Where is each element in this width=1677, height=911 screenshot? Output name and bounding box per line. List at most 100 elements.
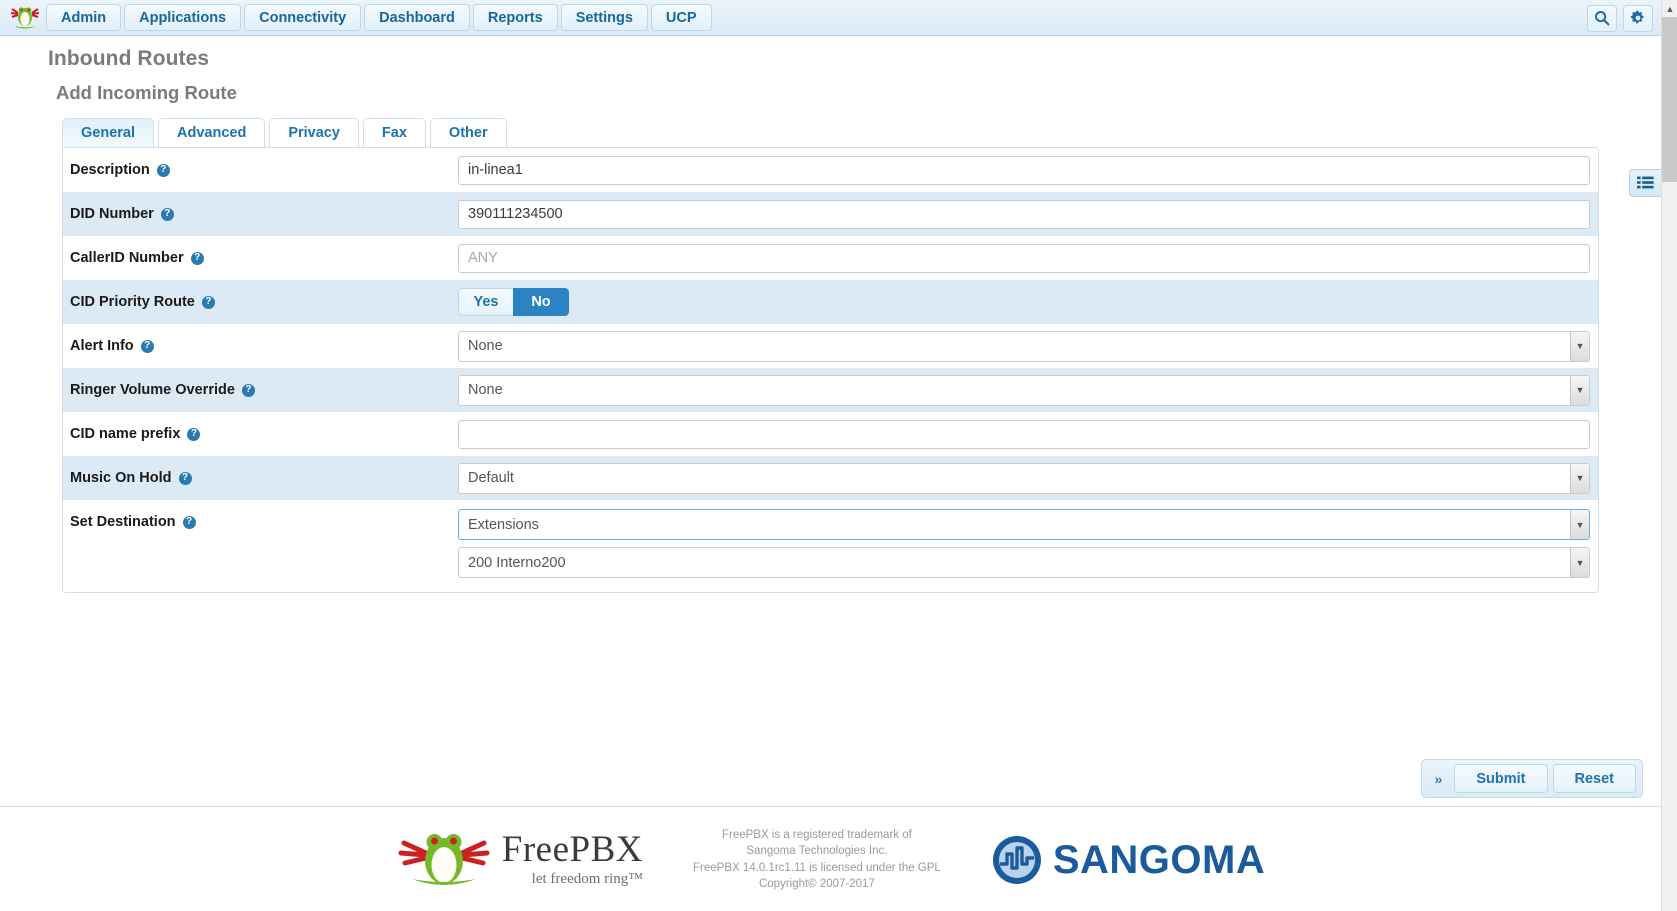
nav-item-dashboard[interactable]: Dashboard xyxy=(364,4,470,31)
label-callerid-number: CallerID Number ? xyxy=(63,250,458,266)
page-footer: FreePBX let freedom ring™ FreePBX is a r… xyxy=(0,827,1661,892)
label-music-on-hold-text: Music On Hold xyxy=(70,470,172,486)
nav-item-connectivity[interactable]: Connectivity xyxy=(244,4,362,31)
label-did-number-text: DID Number xyxy=(70,206,154,222)
inbound-route-form: Description ? DID Number ? CallerID Numb… xyxy=(62,147,1599,593)
label-description-text: Description xyxy=(70,162,150,178)
set-destination-primary-wrap: Extensions ▼ xyxy=(458,509,1590,540)
scroll-up-arrow-icon[interactable]: ▲ xyxy=(1662,0,1677,17)
tab-other[interactable]: Other xyxy=(429,118,507,147)
music-on-hold-select-wrap: Default ▼ xyxy=(458,462,1590,494)
tab-privacy[interactable]: Privacy xyxy=(269,118,359,147)
label-alert-info: Alert Info ? xyxy=(63,338,458,354)
label-callerid-number-text: CallerID Number xyxy=(70,250,184,266)
label-cid-priority-route: CID Priority Route ? xyxy=(63,294,458,310)
description-input[interactable] xyxy=(458,155,1590,185)
help-icon-cid-priority-route[interactable]: ? xyxy=(201,295,215,309)
field-alert-info: None ▼ xyxy=(458,330,1598,362)
nav-item-settings[interactable]: Settings xyxy=(560,4,648,31)
cid-priority-route-yes[interactable]: Yes xyxy=(458,288,514,316)
help-icon-music-on-hold[interactable]: ? xyxy=(178,471,192,485)
navbar-menu: Admin Applications Connectivity Dashboar… xyxy=(46,4,712,31)
label-music-on-hold: Music On Hold ? xyxy=(63,470,458,486)
tab-fax[interactable]: Fax xyxy=(362,118,426,147)
field-callerid-number xyxy=(458,243,1598,273)
form-row-ringer-volume-override: Ringer Volume Override ? None ▼ xyxy=(63,368,1598,412)
set-destination-target-select[interactable]: 200 Interno200 xyxy=(458,547,1590,578)
scrollbar-thumb[interactable] xyxy=(1662,17,1677,182)
page-scrollbar[interactable]: ▲ xyxy=(1661,0,1677,911)
freepbx-frog-icon xyxy=(398,833,490,885)
help-icon-alert-info[interactable]: ? xyxy=(140,339,154,353)
field-did-number xyxy=(458,199,1598,229)
submit-button[interactable]: Submit xyxy=(1454,764,1548,793)
side-panel-toggle-button[interactable] xyxy=(1629,169,1661,197)
footer-legal-text: FreePBX is a registered trademark of San… xyxy=(693,827,941,892)
label-ringer-volume-override-text: Ringer Volume Override xyxy=(70,382,235,398)
label-set-destination: Set Destination ? xyxy=(63,509,458,530)
freepbx-wordmark: FreePBX let freedom ring™ xyxy=(502,831,643,888)
freepbx-frog-logo[interactable] xyxy=(8,3,42,33)
field-cid-priority-route: Yes No xyxy=(458,288,1598,316)
search-button[interactable] xyxy=(1587,4,1617,32)
nav-item-admin[interactable]: Admin xyxy=(46,4,122,31)
help-icon-ringer-volume-override[interactable]: ? xyxy=(241,383,255,397)
callerid-number-input[interactable] xyxy=(458,243,1590,273)
freepbx-name: FreePBX xyxy=(501,829,643,871)
footer-line-1: FreePBX is a registered trademark of xyxy=(721,829,912,841)
list-icon xyxy=(1637,176,1654,189)
field-music-on-hold: Default ▼ xyxy=(458,462,1598,494)
help-icon-did-number[interactable]: ? xyxy=(160,207,174,221)
label-set-destination-text: Set Destination xyxy=(70,514,176,530)
cid-name-prefix-input[interactable] xyxy=(458,419,1590,449)
navbar-actions xyxy=(1587,0,1653,36)
form-row-cid-name-prefix: CID name prefix ? xyxy=(63,412,1598,456)
form-row-cid-priority-route: CID Priority Route ? Yes No xyxy=(63,280,1598,324)
page-subtitle: Add Incoming Route xyxy=(56,82,237,103)
field-set-destination: Extensions ▼ 200 Interno200 ▼ xyxy=(458,509,1598,578)
tab-bar: General Advanced Privacy Fax Other xyxy=(62,118,1677,147)
ringer-volume-select-wrap: None ▼ xyxy=(458,374,1590,406)
ringer-volume-override-select[interactable]: None xyxy=(458,374,1590,406)
help-icon-cid-name-prefix[interactable]: ? xyxy=(187,427,201,441)
scrollbar-track[interactable] xyxy=(1662,182,1677,911)
tab-general[interactable]: General xyxy=(62,118,154,147)
label-cid-name-prefix-text: CID name prefix xyxy=(70,426,181,442)
help-icon-description[interactable]: ? xyxy=(156,163,170,177)
nav-item-ucp[interactable]: UCP xyxy=(650,4,712,31)
field-ringer-volume-override: None ▼ xyxy=(458,374,1598,406)
set-destination-type-select[interactable]: Extensions xyxy=(458,509,1590,540)
sangoma-footer-logo: SANGOMA xyxy=(991,834,1265,886)
help-icon-set-destination[interactable]: ? xyxy=(182,515,196,529)
label-cid-name-prefix: CID name prefix ? xyxy=(63,426,458,442)
settings-gear-button[interactable] xyxy=(1623,4,1653,32)
cid-priority-route-no[interactable]: No xyxy=(513,288,569,316)
nav-item-reports[interactable]: Reports xyxy=(472,4,558,31)
page-title: Inbound Routes xyxy=(48,47,210,70)
sangoma-name: SANGOMA xyxy=(1052,837,1266,882)
expand-actions-button[interactable]: » xyxy=(1428,771,1450,787)
tab-advanced[interactable]: Advanced xyxy=(158,118,266,147)
help-icon-callerid-number[interactable]: ? xyxy=(190,251,204,265)
top-navbar: Admin Applications Connectivity Dashboar… xyxy=(0,0,1677,36)
form-row-did-number: DID Number ? xyxy=(63,192,1598,236)
music-on-hold-select[interactable]: Default xyxy=(458,462,1590,494)
nav-item-applications[interactable]: Applications xyxy=(124,4,242,31)
freepbx-tagline: let freedom ring™ xyxy=(531,871,643,888)
field-description xyxy=(458,155,1598,185)
did-number-input[interactable] xyxy=(458,199,1590,229)
field-cid-name-prefix xyxy=(458,419,1598,449)
footer-divider xyxy=(0,806,1677,807)
form-action-bar: » Submit Reset xyxy=(1420,759,1643,798)
alert-info-select-wrap: None ▼ xyxy=(458,330,1590,362)
form-row-music-on-hold: Music On Hold ? Default ▼ xyxy=(63,456,1598,500)
label-cid-priority-route-text: CID Priority Route xyxy=(70,294,195,310)
footer-line-4: Copyright© 2007-2017 xyxy=(758,877,875,890)
sangoma-badge-icon xyxy=(992,835,1041,884)
search-icon xyxy=(1595,11,1610,26)
alert-info-select[interactable]: None xyxy=(458,330,1590,362)
form-row-description: Description ? xyxy=(63,148,1598,192)
page-content: Inbound Routes Add Incoming Route Genera… xyxy=(0,47,1677,911)
cid-priority-route-toggle: Yes No xyxy=(458,288,569,316)
reset-button[interactable]: Reset xyxy=(1552,764,1636,793)
